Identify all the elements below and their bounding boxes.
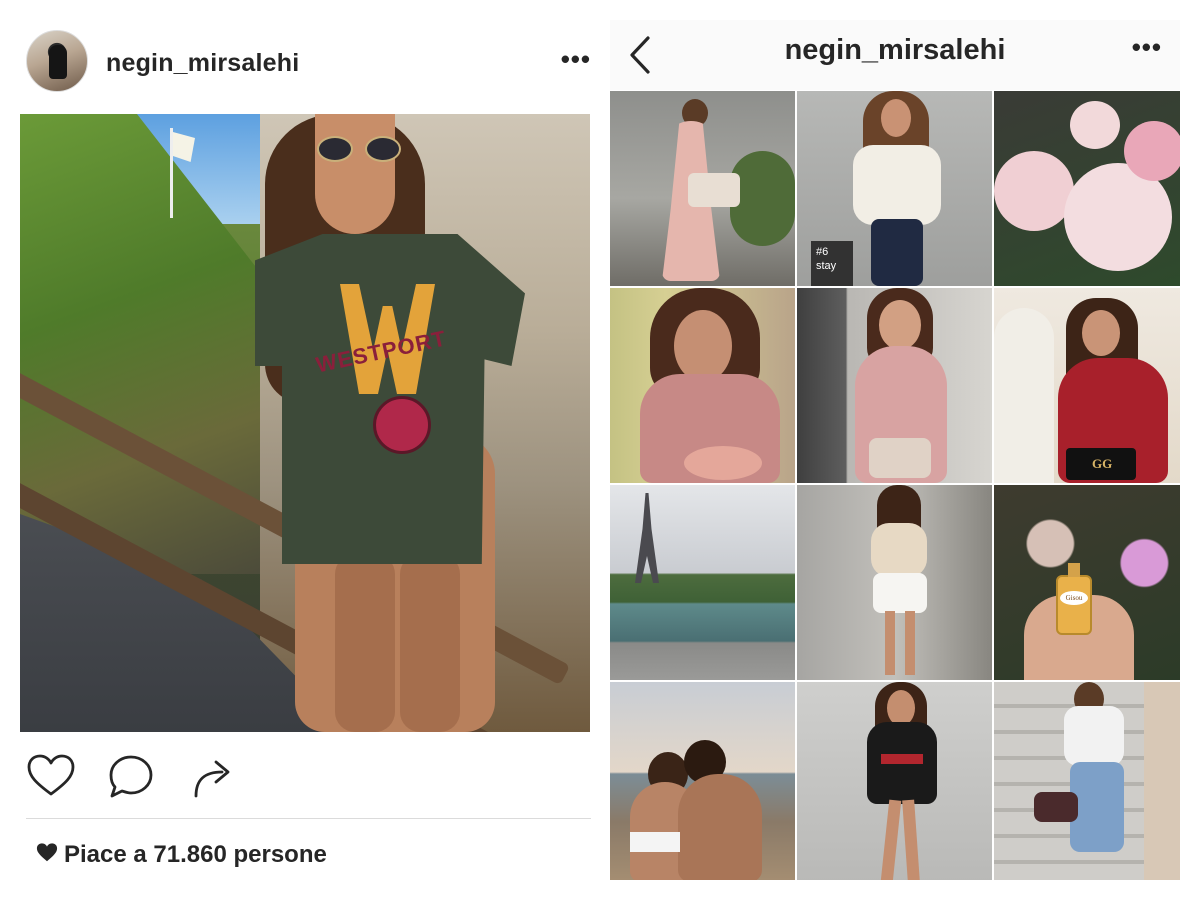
likes-text: Piace a 71.860 persone	[64, 841, 327, 868]
likes-count[interactable]: Piace a 71.860 persone	[36, 841, 327, 869]
handbag: GG	[1066, 448, 1136, 480]
grid-photo-pink-roses[interactable]	[994, 91, 1180, 286]
profile-grid-view: negin_mirsalehi ••• #6 stay GG Gisou	[610, 20, 1180, 880]
grid-photo-woman-pink-dress[interactable]	[610, 91, 795, 286]
post-actions	[26, 752, 591, 802]
more-options-icon[interactable]: •••	[1132, 32, 1162, 62]
heart-icon[interactable]	[26, 752, 76, 802]
grid-photo-caption-tag: #6 stay	[811, 241, 853, 286]
perfume-bottle: Gisou	[1056, 563, 1092, 635]
post-photo[interactable]: WESTPORT	[20, 114, 590, 732]
comment-icon[interactable]	[106, 752, 156, 802]
grid-photo-couple-beach[interactable]	[610, 682, 795, 880]
photo-grid: #6 stay GG Gisou	[610, 91, 1180, 880]
share-icon[interactable]	[188, 752, 238, 802]
profile-title: negin_mirsalehi	[784, 34, 1006, 66]
grid-photo-woman-white-skirt-street[interactable]	[797, 485, 992, 680]
filled-heart-icon	[36, 843, 58, 862]
instagram-post: negin_mirsalehi ••• WESTPORT Piace a 71.…	[0, 0, 605, 900]
eiffel-tower	[635, 493, 659, 583]
grid-photo-woman-stairs-jeans[interactable]	[994, 682, 1180, 880]
bottle-label: Gisou	[1060, 591, 1088, 605]
grid-photo-perfume-bottle-flowers[interactable]: Gisou	[994, 485, 1180, 680]
grid-photo-woman-white-fur-vest[interactable]: #6 stay	[797, 91, 992, 286]
divider	[26, 818, 591, 819]
grid-photo-woman-pink-blouse-closeup[interactable]	[610, 288, 795, 483]
grid-photo-woman-pink-blouse-door[interactable]	[797, 288, 992, 483]
bag-logo: GG	[1092, 456, 1113, 471]
grid-photo-eiffel-tower-seine[interactable]	[610, 485, 795, 680]
grid-photo-woman-red-blazer[interactable]: GG	[994, 288, 1180, 483]
grid-photo-woman-black-bodysuit[interactable]	[797, 682, 992, 880]
avatar[interactable]	[26, 30, 88, 92]
post-header: negin_mirsalehi •••	[26, 30, 591, 94]
profile-header: negin_mirsalehi •••	[610, 20, 1180, 90]
post-username[interactable]: negin_mirsalehi	[106, 49, 299, 78]
more-options-icon[interactable]: •••	[561, 44, 591, 74]
